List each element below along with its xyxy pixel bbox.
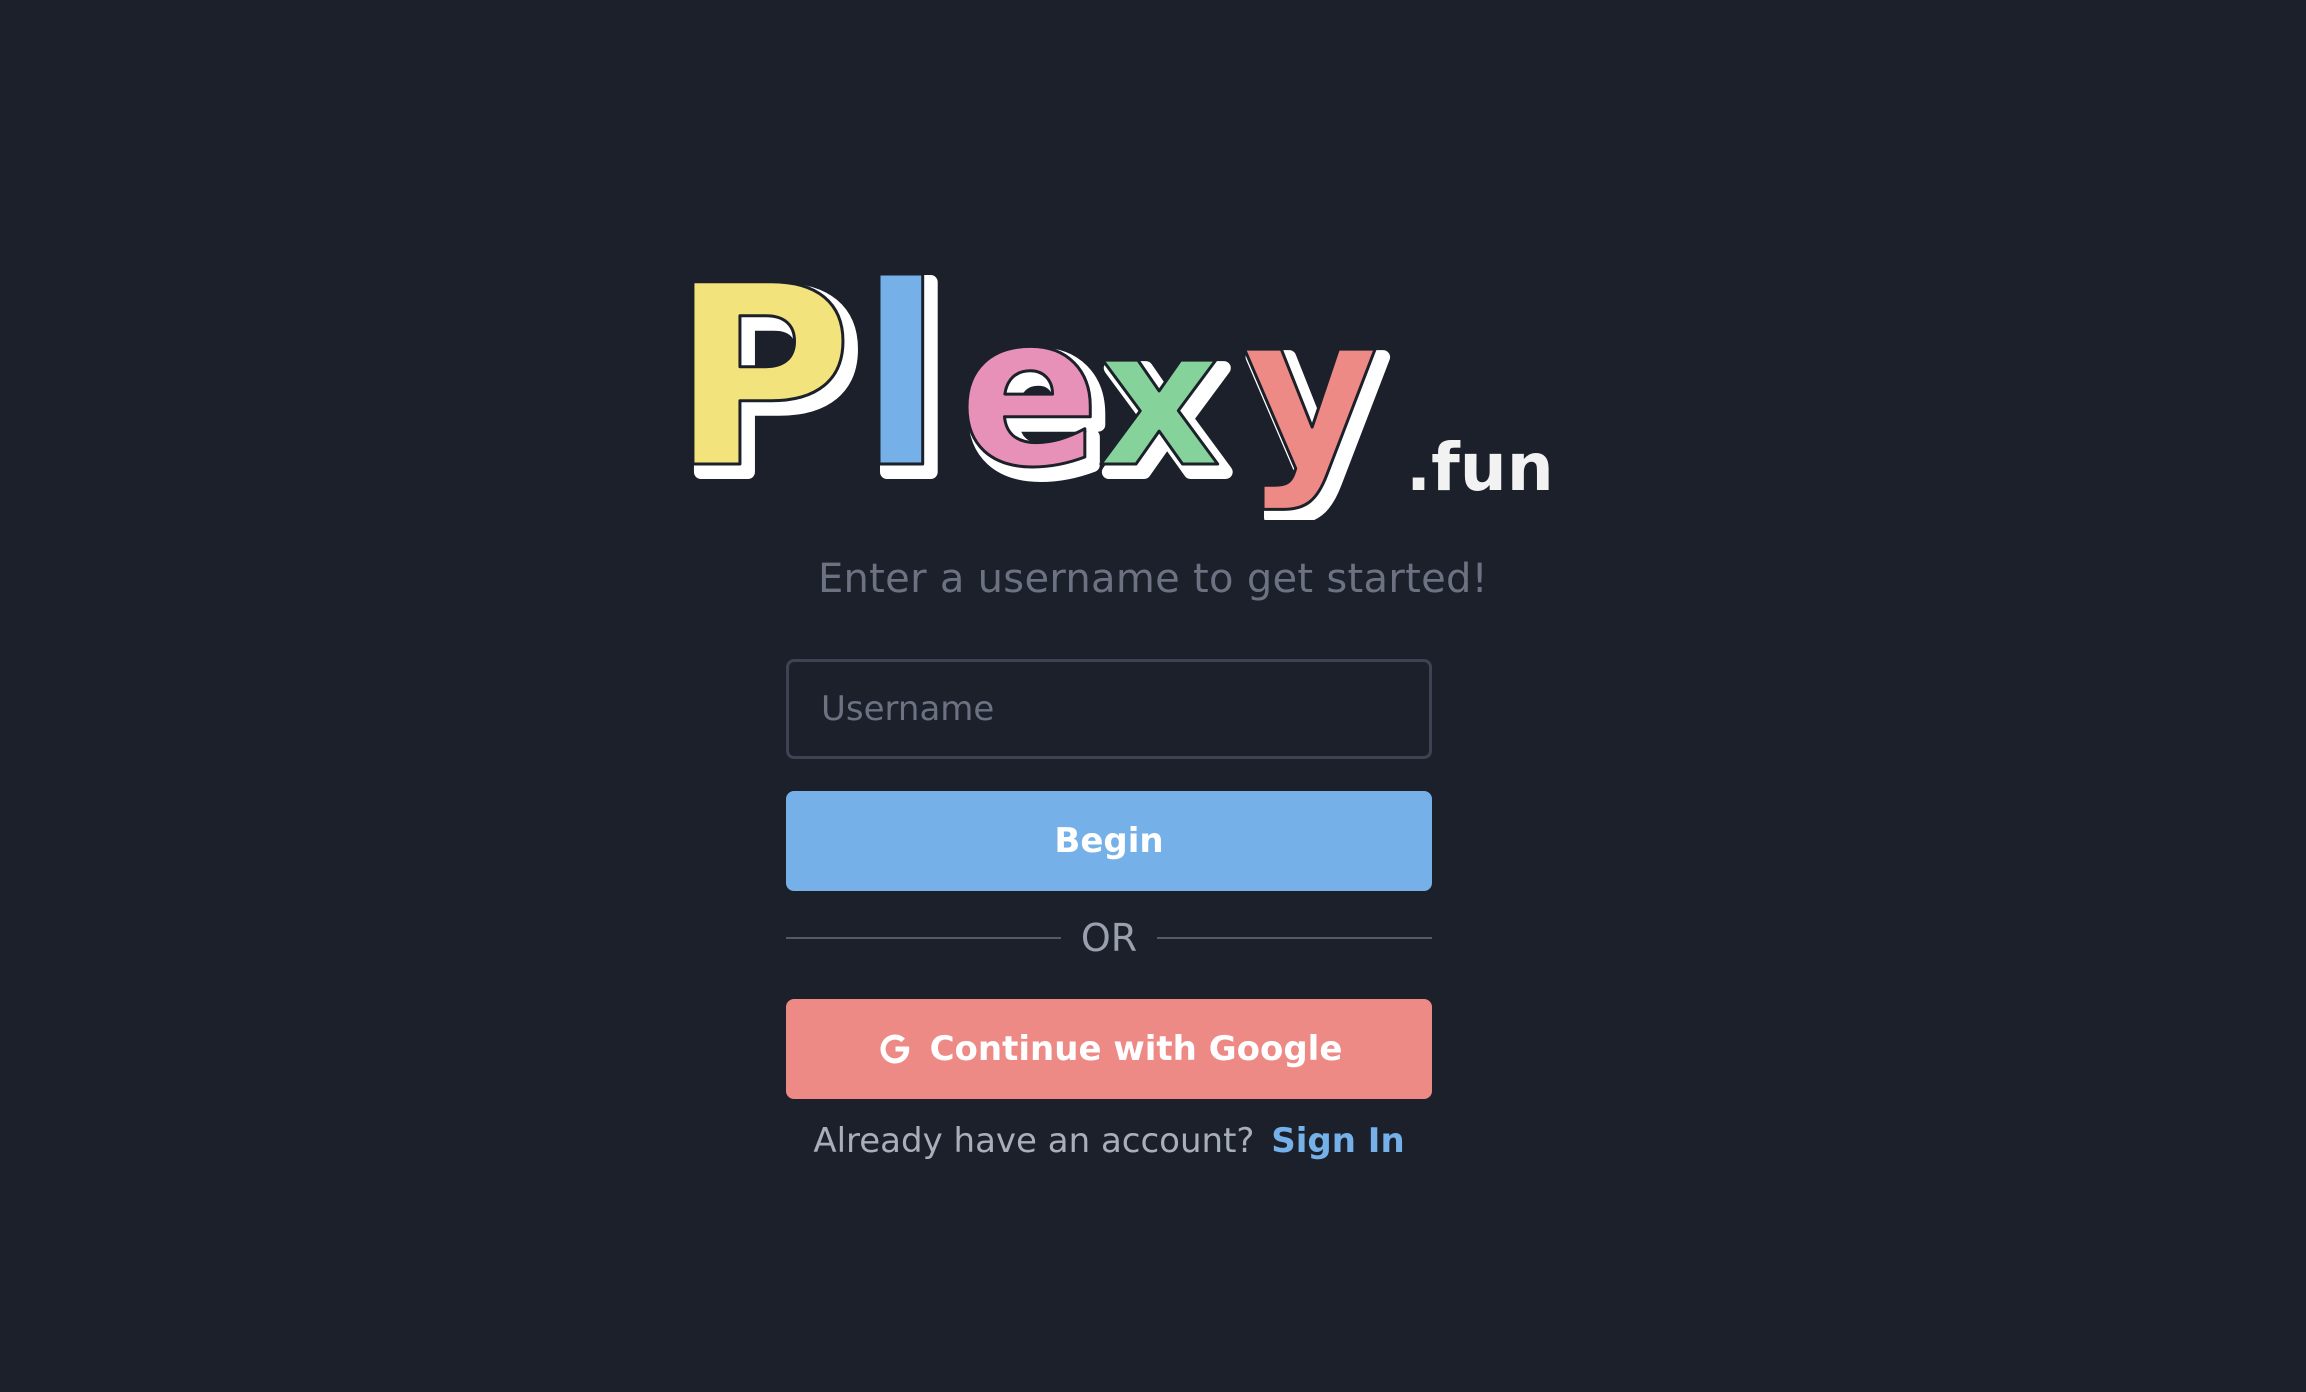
begin-button-label: Begin <box>1054 821 1164 861</box>
signin-link[interactable]: Sign In <box>1271 1121 1404 1161</box>
divider-line-right <box>1157 937 1433 939</box>
google-g-icon <box>876 1030 914 1068</box>
logo-letter-x: x <box>1098 288 1221 509</box>
plexy-logo-graphic: P l e x y P l e x y .fun <box>670 250 1550 520</box>
plexy-logo: P l e x y P l e x y .fun <box>670 250 1550 520</box>
signin-prompt: Already have an account? <box>813 1121 1255 1161</box>
begin-button[interactable]: Begin <box>786 791 1432 891</box>
divider-line-left <box>786 937 1061 939</box>
or-divider: OR <box>786 916 1433 960</box>
signin-row: Already have an account? Sign In <box>786 1121 1432 1161</box>
logo-letter-l: l <box>858 250 944 520</box>
signup-form: Begin OR Continue with Google Already ha… <box>786 659 1433 1161</box>
logo-letter-e: e <box>958 269 1100 514</box>
logo-letter-y: y <box>1242 269 1379 514</box>
logo-letter-p: P <box>670 250 853 520</box>
divider-label: OR <box>1080 916 1138 960</box>
username-input[interactable] <box>786 659 1432 759</box>
google-signin-button[interactable]: Continue with Google <box>786 999 1432 1099</box>
subtitle: Enter a username to get started! <box>817 556 1489 602</box>
google-button-label: Continue with Google <box>929 1029 1343 1069</box>
logo-suffix: .fun <box>1406 429 1550 506</box>
signup-page: P l e x y P l e x y .fun Enter a usernam… <box>0 0 2306 1392</box>
